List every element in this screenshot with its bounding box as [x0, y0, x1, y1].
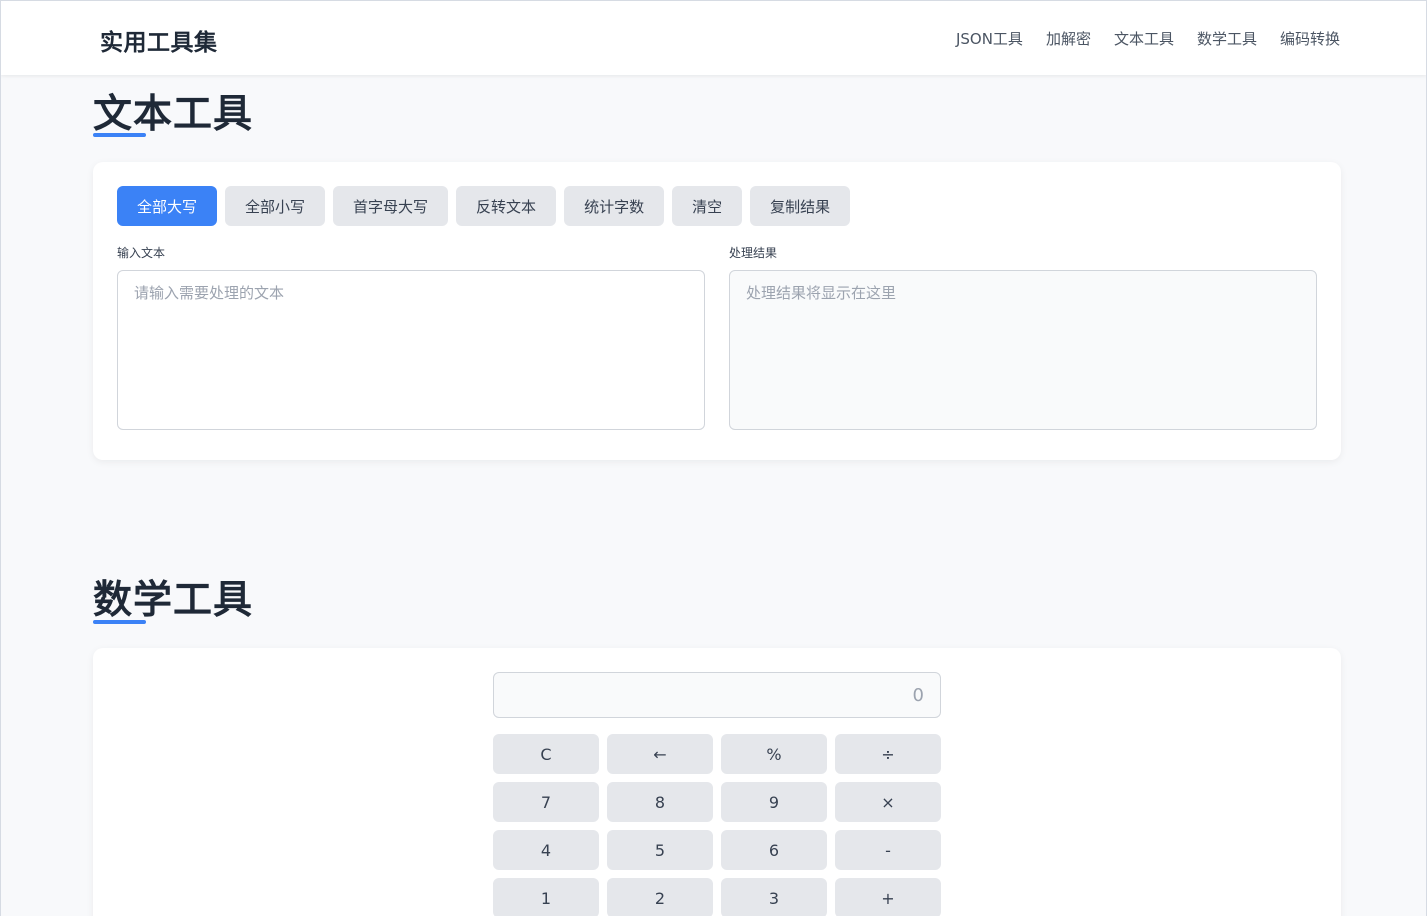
input-text-label: 输入文本 [117, 246, 166, 260]
main-nav: JSON工具 加解密 文本工具 数学工具 编码转换 [956, 28, 1340, 49]
output-text-area[interactable] [729, 270, 1317, 430]
calc-key-backspace[interactable]: ← [607, 734, 713, 774]
uppercase-button[interactable]: 全部大写 [117, 186, 218, 226]
calc-key-6[interactable]: 6 [721, 830, 827, 870]
nav-link-encoding[interactable]: 编码转换 [1280, 28, 1340, 49]
nav-link-text-tools[interactable]: 文本工具 [1114, 28, 1174, 49]
calculator-keypad: C ← % ÷ 7 8 9 × 4 5 6 - 1 2 3 + [493, 734, 941, 916]
copy-result-button[interactable]: 复制结果 [750, 186, 851, 226]
clear-button[interactable]: 清空 [672, 186, 743, 226]
capitalize-button[interactable]: 首字母大写 [333, 186, 449, 226]
reverse-text-button[interactable]: 反转文本 [456, 186, 557, 226]
calc-key-multiply[interactable]: × [835, 782, 941, 822]
calc-key-9[interactable]: 9 [721, 782, 827, 822]
calc-key-5[interactable]: 5 [607, 830, 713, 870]
input-text-area[interactable] [117, 270, 705, 430]
calc-key-clear[interactable]: C [493, 734, 599, 774]
text-tools-title: 文本工具 [93, 92, 254, 137]
calc-key-1[interactable]: 1 [493, 878, 599, 916]
nav-link-crypto[interactable]: 加解密 [1046, 28, 1091, 49]
calc-key-percent[interactable]: % [721, 734, 827, 774]
lowercase-button[interactable]: 全部小写 [225, 186, 326, 226]
calculator-display[interactable] [493, 672, 941, 718]
nav-link-json[interactable]: JSON工具 [956, 28, 1023, 49]
math-tools-title-underline [93, 620, 146, 624]
nav-link-math-tools[interactable]: 数学工具 [1197, 28, 1257, 49]
text-tools-card: 全部大写 全部小写 首字母大写 反转文本 统计字数 清空 复制结果 输入文本 处… [93, 162, 1341, 460]
calc-key-3[interactable]: 3 [721, 878, 827, 916]
math-tools-title: 数学工具 [93, 578, 254, 623]
calc-key-divide[interactable]: ÷ [835, 734, 941, 774]
text-tools-title-underline [93, 133, 146, 137]
word-count-button[interactable]: 统计字数 [564, 186, 665, 226]
calc-key-subtract[interactable]: - [835, 830, 941, 870]
site-brand[interactable]: 实用工具集 [100, 23, 218, 57]
page: 实用工具集 JSON工具 加解密 文本工具 数学工具 编码转换 文本工具 全部大… [0, 0, 1427, 916]
calc-key-8[interactable]: 8 [607, 782, 713, 822]
output-text-label: 处理结果 [729, 246, 778, 260]
calc-key-7[interactable]: 7 [493, 782, 599, 822]
top-navbar: 实用工具集 JSON工具 加解密 文本工具 数学工具 编码转换 [1, 1, 1426, 75]
calculator-card: C ← % ÷ 7 8 9 × 4 5 6 - 1 2 3 + [93, 648, 1341, 916]
calc-key-add[interactable]: + [835, 878, 941, 916]
text-tools-toolbar: 全部大写 全部小写 首字母大写 反转文本 统计字数 清空 复制结果 [117, 186, 851, 226]
calc-key-2[interactable]: 2 [607, 878, 713, 916]
calc-key-4[interactable]: 4 [493, 830, 599, 870]
